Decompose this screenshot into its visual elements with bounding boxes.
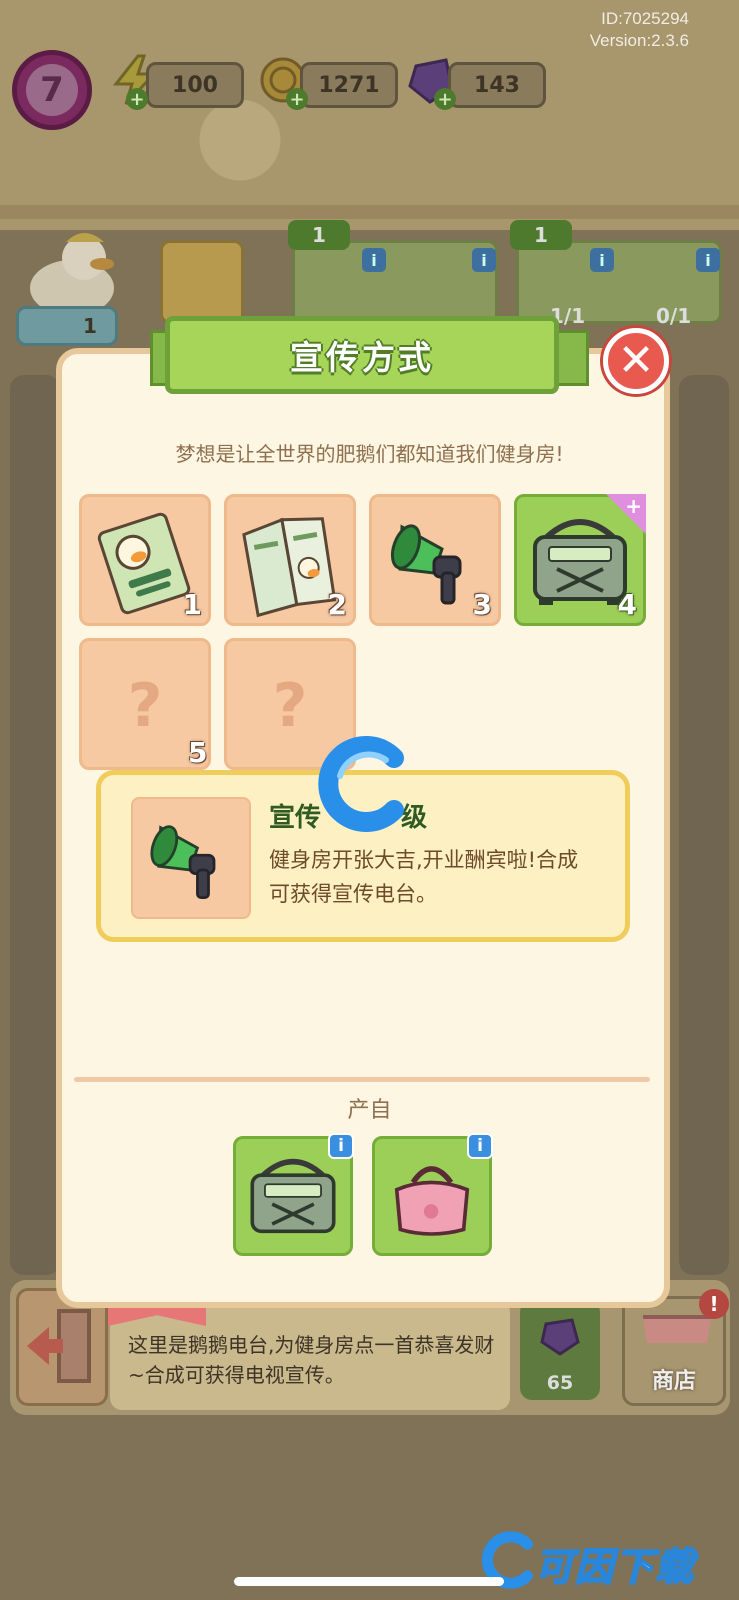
background-info-icon: i: [590, 248, 614, 272]
coin-value: 1271: [318, 73, 380, 98]
shop-awning-icon: [643, 1315, 711, 1343]
app-version: Version:2.3.6: [589, 31, 689, 50]
goose-worker-icon: [30, 233, 114, 316]
tile-number: 3: [472, 588, 492, 621]
gem-counter[interactable]: 143: [448, 62, 546, 108]
background-info-icon: i: [362, 248, 386, 272]
energy-counter[interactable]: 100: [146, 62, 244, 108]
home-indicator[interactable]: [234, 1577, 504, 1586]
coin-counter[interactable]: 1271: [300, 62, 398, 108]
shop-label: 商店: [651, 1369, 696, 1394]
modal-subtitle: 梦想是让全世界的肥鹅们都知道我们健身房!: [175, 442, 564, 466]
background-shelf: [0, 205, 739, 219]
tile-number: 2: [327, 588, 347, 621]
promo-tile-1[interactable]: 1: [79, 494, 211, 626]
build-info: ID:7025294 Version:2.3.6: [590, 8, 689, 52]
background-task-badge-1: 1: [288, 220, 350, 250]
background-info-icon: i: [472, 248, 496, 272]
bottom-description: 这里是鹅鹅电台,为健身房点一首恭喜发财~合成可获得电视宣传。: [128, 1333, 495, 1387]
player-id: ID:7025294: [601, 9, 689, 28]
energy-value: 100: [172, 73, 218, 98]
question-icon: ?: [127, 671, 163, 741]
player-level-value: 7: [26, 64, 78, 116]
goose-count-badge: 1: [83, 314, 97, 338]
detail-description: 健身房开张大吉,开业酬宾啦!合成可获得宣传电台。: [269, 848, 579, 906]
background-info-icon: i: [696, 248, 720, 272]
info-icon[interactable]: i: [467, 1133, 493, 1159]
shop-button[interactable]: 商店 !: [622, 1289, 729, 1406]
modal-title: 宣传方式: [290, 338, 434, 377]
promo-tile-2[interactable]: 2: [224, 494, 356, 626]
background-right-rack: [679, 375, 729, 1275]
watermark-logo-icon: [318, 736, 404, 832]
tile-number: 5: [188, 736, 208, 769]
megaphone-icon: [150, 825, 216, 899]
player-level-badge[interactable]: 7: [12, 50, 92, 130]
produce-source-label: 产自: [347, 1098, 392, 1123]
promo-tile-3[interactable]: 3: [369, 494, 501, 626]
detail-title-left: 宣传: [269, 803, 322, 833]
background-task-badge-2: 1: [510, 220, 572, 250]
close-icon: ✕: [617, 335, 655, 386]
close-button[interactable]: ✕: [603, 328, 669, 394]
tile-number: 4: [617, 588, 637, 621]
background-task-slot-1: [292, 240, 498, 324]
detail-icon-box: [131, 797, 251, 919]
background-plant-slot: [160, 240, 244, 324]
produce-item-radio[interactable]: i: [233, 1133, 354, 1256]
promo-tile-4[interactable]: + 4: [514, 494, 646, 626]
produce-item-bag[interactable]: i: [372, 1133, 493, 1256]
brand-watermark-text: 可因下载: [534, 1544, 696, 1590]
background-progress-2: 0/1: [656, 304, 692, 328]
modal-title-ribbon: 宣传方式: [165, 316, 559, 394]
gem-value: 143: [474, 73, 520, 98]
coin-add-button[interactable]: +: [286, 88, 308, 110]
gem-icon: [540, 1318, 580, 1356]
gem-add-button[interactable]: +: [434, 88, 456, 110]
shop-alert-badge: !: [699, 1289, 729, 1319]
section-divider: [74, 1077, 650, 1082]
info-icon[interactable]: i: [328, 1133, 354, 1159]
background-left-rack: [10, 375, 60, 1275]
gem-purchase-button[interactable]: 65: [520, 1300, 600, 1400]
tile-number: 1: [182, 588, 202, 621]
gem-cost-value: 65: [546, 1372, 574, 1394]
question-icon: ?: [272, 671, 308, 741]
energy-add-button[interactable]: +: [126, 88, 148, 110]
